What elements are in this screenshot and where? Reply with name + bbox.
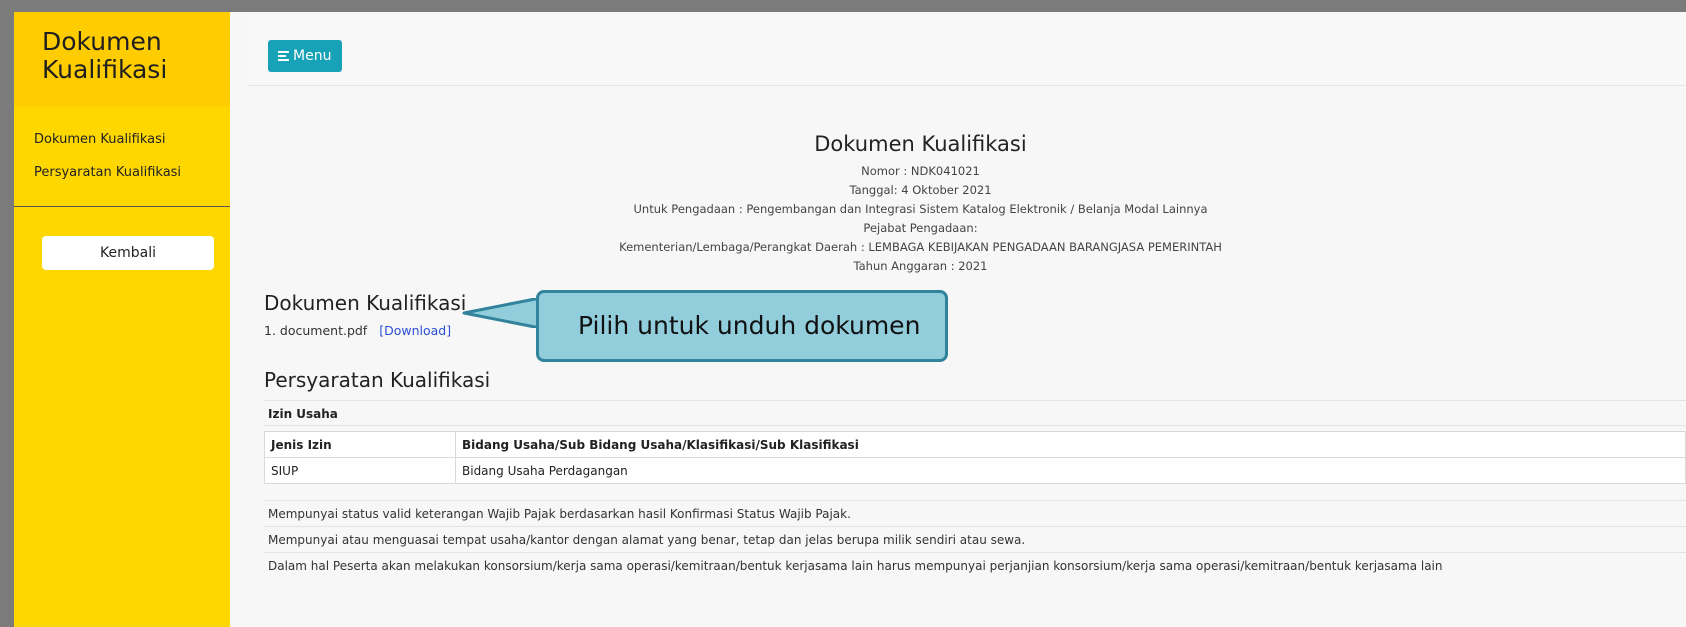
table-cell: SIUP [264,457,456,484]
table-cell: Bidang Usaha Perdagangan [455,457,1686,484]
requirements-section-title: Persyaratan Kualifikasi [264,368,491,392]
sidebar: Dokumen Kualifikasi Dokumen Kualifikasi … [14,12,230,627]
app-screen: Dokumen Kualifikasi Dokumen Kualifikasi … [14,12,1686,627]
menu-button-label: Menu [293,48,332,64]
document-title: Dokumen Kualifikasi [814,132,1027,156]
requirements-block: Izin Usaha Jenis Izin Bidang Usaha/Sub B… [264,400,1686,484]
file-row: 1. document.pdf [Download] [264,323,451,338]
table-header: Jenis Izin [264,431,456,458]
sidebar-item-persyaratan-kualifikasi[interactable]: Persyaratan Kualifikasi [14,163,230,196]
sidebar-divider [14,206,230,207]
table-header-row: Jenis Izin Bidang Usaha/Sub Bidang Usaha… [264,431,1686,458]
sidebar-nav: Dokumen Kualifikasi Persyaratan Kualifik… [14,130,230,196]
list-item: Dalam hal Peserta akan melakukan konsors… [264,552,1686,578]
document-date: Tanggal: 4 Oktober 2021 [849,183,992,197]
files-section-title: Dokumen Kualifikasi [264,291,467,315]
procurement-name: Untuk Pengadaan : Pengembangan dan Integ… [633,202,1208,216]
document-number: Nomor : NDK041021 [861,164,980,178]
list-item: Mempunyai status valid keterangan Wajib … [264,500,1686,526]
budget-year: Tahun Anggaran : 2021 [853,259,988,273]
download-link[interactable]: [Download] [379,323,451,338]
file-name: 1. document.pdf [264,323,368,338]
callout: Pilih untuk unduh dokumen [536,290,948,362]
screenshot-frame: Dokumen Kualifikasi Dokumen Kualifikasi … [0,0,1686,627]
izin-usaha-label: Izin Usaha [264,400,1686,426]
ministry-name: Kementerian/Lembaga/Perangkat Daerah : L… [619,240,1222,254]
document-header: Dokumen Kualifikasi Nomor : NDK041021 Ta… [248,130,1593,276]
menu-icon [278,51,289,61]
sidebar-header: Dokumen Kualifikasi [14,12,230,106]
sidebar-title: Dokumen Kualifikasi [42,27,168,84]
menu-button[interactable]: Menu [268,40,342,72]
callout-pointer [462,298,542,328]
izin-table: Jenis Izin Bidang Usaha/Sub Bidang Usaha… [264,431,1686,484]
table-row: SIUP Bidang Usaha Perdagangan [264,457,1686,484]
requirements-list: Mempunyai status valid keterangan Wajib … [264,500,1686,578]
table-header: Bidang Usaha/Sub Bidang Usaha/Klasifikas… [455,431,1686,458]
sidebar-item-dokumen-kualifikasi[interactable]: Dokumen Kualifikasi [14,130,230,163]
back-button[interactable]: Kembali [42,236,214,270]
list-item: Mempunyai atau menguasai tempat usaha/ka… [264,526,1686,552]
procurement-official: Pejabat Pengadaan: [863,221,978,235]
top-bar: Menu [248,12,1686,86]
